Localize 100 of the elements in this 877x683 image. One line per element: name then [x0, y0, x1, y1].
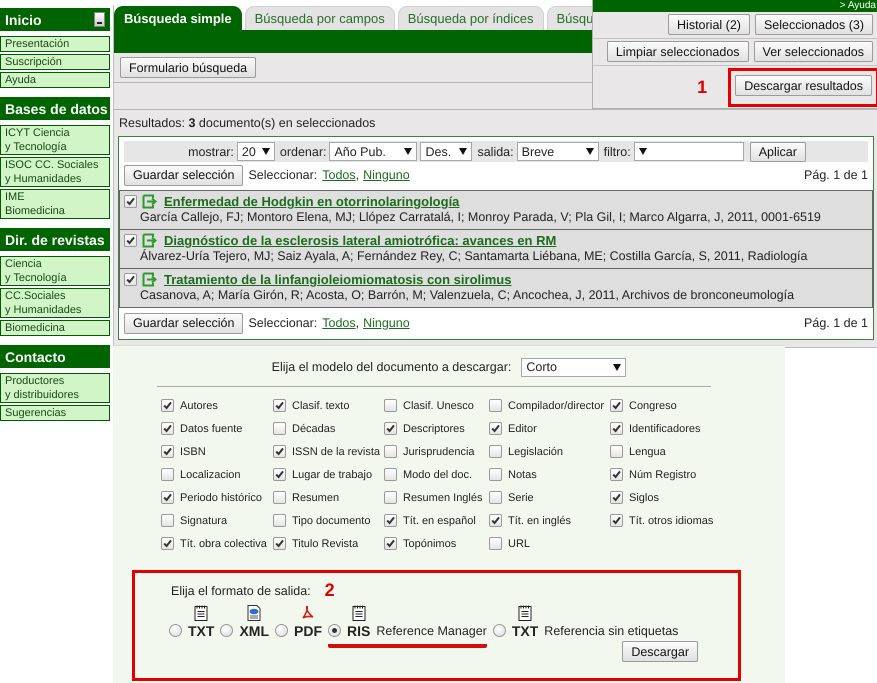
download-button[interactable]: Descargar — [622, 641, 698, 662]
sidebar-link[interactable]: Ciencia y Tecnología — [0, 256, 110, 286]
toolbar-button[interactable]: Limpiar seleccionados — [606, 41, 749, 62]
sidebar-link[interactable]: Suscripción — [0, 54, 110, 70]
toolbar-button[interactable]: Historial (2) — [668, 14, 750, 35]
step-number: 2 — [324, 580, 335, 601]
format-code: TXT — [188, 623, 214, 639]
checkbox[interactable] — [273, 422, 286, 435]
format-description: Reference Manager — [376, 624, 487, 638]
select-field[interactable] — [634, 142, 744, 161]
select-field[interactable]: Des. — [420, 142, 472, 161]
sidebar-link[interactable]: Ayuda — [0, 72, 110, 88]
checkbox[interactable] — [161, 399, 174, 412]
checkbox[interactable] — [384, 399, 397, 412]
checkbox[interactable] — [384, 468, 397, 481]
radio-button[interactable] — [328, 624, 342, 637]
document-icon — [352, 605, 366, 621]
field-option-label: Tít. otros idiomas — [629, 514, 714, 526]
sidebar-link[interactable]: Presentación — [0, 36, 110, 52]
checkbox[interactable] — [610, 514, 623, 527]
sidebar-link[interactable]: Biomedicina — [0, 320, 110, 336]
record-title-link[interactable]: Tratamiento de la linfangioleiomiomatosis con sirolimus — [164, 272, 512, 287]
checkbox[interactable] — [161, 445, 174, 458]
radio-button[interactable] — [220, 624, 234, 637]
toolbar-button[interactable]: Ver seleccionados — [754, 41, 873, 62]
tab[interactable]: Búsqueda por campos — [244, 6, 395, 30]
field-option-label: Resumen — [292, 492, 340, 504]
checkbox[interactable] — [489, 468, 502, 481]
field-option-label: URL — [508, 538, 530, 550]
apply-button[interactable]: Aplicar — [750, 142, 806, 162]
checkbox[interactable] — [489, 491, 502, 504]
checkbox[interactable] — [273, 468, 286, 481]
checkbox[interactable] — [161, 422, 174, 435]
field-option-label: Topónimos — [403, 538, 456, 550]
checkbox[interactable] — [124, 234, 137, 247]
section-title: Inicio — [5, 12, 42, 28]
field-option-label: Núm Registro — [629, 468, 696, 480]
sidebar-link[interactable]: CC.Sociales y Humanidades — [0, 288, 110, 318]
model-select[interactable]: Corto — [521, 358, 626, 376]
checkbox[interactable] — [384, 537, 397, 550]
field-option-label: Congreso — [629, 400, 677, 412]
sidebar-link[interactable]: IME Biomedicina — [0, 189, 110, 219]
tab[interactable]: Búsqueda simple — [114, 6, 242, 30]
toolbar-button[interactable]: Seleccionados (3) — [754, 14, 873, 35]
sidebar-link[interactable]: ISOC CC. Sociales y Humanidades — [0, 157, 110, 187]
checkbox[interactable] — [273, 399, 286, 412]
select-link[interactable]: Ninguno — [363, 168, 410, 182]
checkbox[interactable] — [489, 445, 502, 458]
checkbox[interactable] — [489, 422, 502, 435]
caret-icon — [586, 148, 594, 155]
checkbox[interactable] — [384, 445, 397, 458]
checkbox[interactable] — [610, 422, 623, 435]
radio-button[interactable] — [492, 624, 506, 637]
step-number: 1 — [697, 77, 708, 98]
checkbox[interactable] — [610, 445, 623, 458]
download-results-button[interactable]: Descargar resultados — [735, 75, 872, 96]
field-option-label: Tít. obra colectiva — [180, 538, 267, 550]
checkbox[interactable] — [161, 514, 174, 527]
select-link[interactable]: Ninguno — [363, 316, 410, 330]
radio-button[interactable] — [169, 624, 182, 637]
field-option-label: Identificadores — [629, 422, 701, 434]
checkbox[interactable] — [124, 195, 137, 208]
checkbox[interactable] — [273, 537, 286, 550]
checkbox[interactable] — [610, 468, 623, 481]
section-title: Dir. de revistas — [5, 232, 105, 248]
checkbox[interactable] — [489, 537, 502, 550]
sidebar-link[interactable]: Productores y distribuidores — [0, 373, 110, 403]
select-field[interactable]: 20 — [236, 142, 275, 161]
record-title-link[interactable]: Diagnóstico de la esclerosis lateral amiotrófica: avances en RM — [164, 233, 556, 248]
save-selection-button[interactable]: Guardar selección — [124, 164, 244, 186]
checkbox[interactable] — [384, 422, 397, 435]
field-label: salida: — [477, 144, 514, 158]
record-title-link[interactable]: Enfermedad de Hodgkin en otorrinolaringología — [164, 194, 460, 209]
sidebar-link[interactable]: ICYT Ciencia y Tecnología — [0, 125, 110, 155]
radio-button[interactable] — [275, 624, 288, 637]
checkbox[interactable] — [489, 399, 502, 412]
checkbox[interactable] — [273, 445, 286, 458]
select-field[interactable]: Año Pub. — [329, 142, 418, 161]
checkbox[interactable] — [610, 491, 623, 504]
save-selection-button[interactable]: Guardar selección — [124, 312, 244, 334]
checkbox[interactable] — [489, 514, 502, 527]
help-link[interactable]: > Ayuda — [840, 0, 876, 12]
checkbox[interactable] — [273, 491, 286, 504]
checkbox[interactable] — [273, 514, 286, 527]
checkbox[interactable] — [384, 514, 397, 527]
checkbox[interactable] — [124, 273, 137, 286]
field-option-label: ISSN de la revista — [292, 446, 380, 458]
select-field[interactable]: Breve — [516, 142, 599, 161]
checkbox[interactable] — [610, 399, 623, 412]
checkbox[interactable] — [384, 491, 397, 504]
tab[interactable]: Búsqueda por índices — [398, 6, 544, 30]
checkbox[interactable] — [161, 491, 174, 504]
select-link[interactable]: Todos — [322, 316, 356, 330]
search-form-button[interactable]: Formulario búsqueda — [120, 57, 256, 78]
checkbox[interactable] — [161, 468, 174, 481]
select-link[interactable]: Todos — [322, 168, 356, 182]
sidebar-link[interactable]: Sugerencias — [0, 405, 110, 421]
checkbox[interactable] — [161, 537, 174, 550]
minimize-button[interactable] — [94, 12, 105, 27]
link-arrow-icon — [142, 272, 158, 286]
